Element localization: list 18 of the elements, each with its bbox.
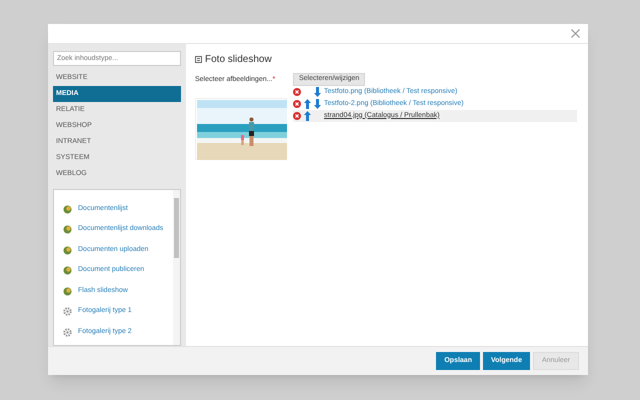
move-up-icon[interactable] xyxy=(304,110,311,121)
move-up-icon[interactable] xyxy=(304,98,311,109)
gear-icon xyxy=(63,307,72,316)
module-icon xyxy=(63,246,72,255)
module-icon xyxy=(63,225,72,234)
move-down-icon[interactable] xyxy=(314,86,321,97)
module-icon xyxy=(63,204,72,214)
content-title: Foto slideshow xyxy=(205,52,272,67)
slideshow-icon xyxy=(195,56,202,63)
gear-icon xyxy=(63,328,72,337)
scrollbar[interactable] xyxy=(173,190,180,345)
move-down-icon[interactable] xyxy=(314,98,321,109)
module-icon xyxy=(63,266,72,276)
remove-icon[interactable] xyxy=(293,112,301,120)
module-icon xyxy=(63,286,72,296)
remove-icon[interactable] xyxy=(293,100,301,108)
close-icon[interactable] xyxy=(571,28,580,38)
remove-icon[interactable] xyxy=(293,88,301,96)
